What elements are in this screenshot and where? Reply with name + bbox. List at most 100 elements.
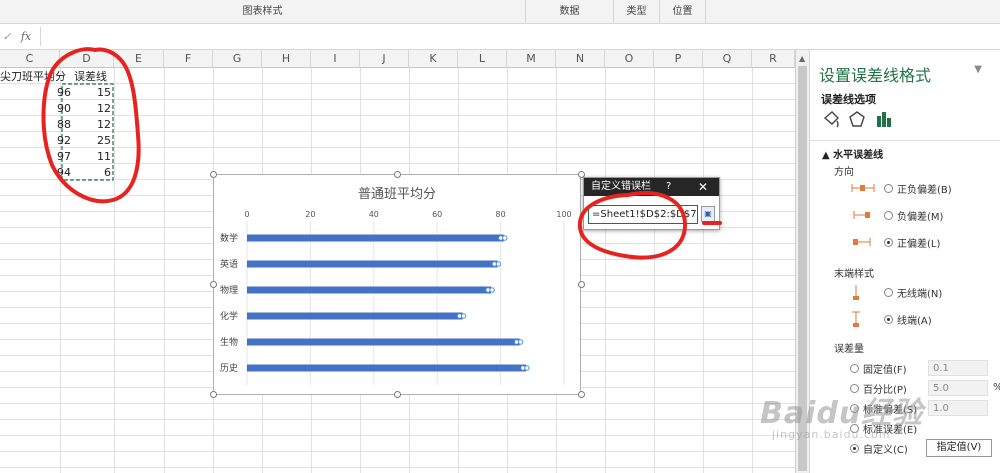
- chart-resize-handle[interactable]: [394, 391, 401, 398]
- bar[interactable]: [247, 286, 492, 294]
- category-label: 生物: [220, 336, 238, 348]
- x-tick-label: 80: [496, 210, 506, 219]
- no-cap-label: 无线端(N): [897, 288, 943, 300]
- category-label: 物理: [220, 284, 238, 296]
- fixed-value-option[interactable]: 固定值(F): [850, 360, 907, 376]
- radio-both[interactable]: [884, 183, 893, 193]
- column-header-d[interactable]: D: [60, 50, 114, 68]
- column-header-e[interactable]: E: [114, 50, 164, 68]
- chart-resize-handle[interactable]: [210, 391, 217, 398]
- no-cap-icon: [853, 285, 859, 300]
- horizontal-error-bar-section[interactable]: ▲ 水平误差线: [822, 146, 883, 161]
- bar[interactable]: [247, 234, 504, 242]
- bar[interactable]: [247, 312, 463, 320]
- custom-error-bar-dialog: 自定义错误栏 ? ✕ =Sheet1!$D$2:$D$7 ▣: [583, 177, 720, 230]
- error-bar-selection-marker[interactable]: [524, 365, 530, 371]
- radio-cap[interactable]: [884, 314, 893, 324]
- direction-both-option[interactable]: 正负偏差(B): [850, 180, 952, 196]
- x-tick-label: 40: [369, 210, 379, 219]
- std-dev-input[interactable]: 1.0: [928, 400, 988, 416]
- bar[interactable]: [247, 364, 526, 372]
- range-reference-input[interactable]: =Sheet1!$D$2:$D$7: [588, 205, 698, 224]
- ribbon-group-chart-styles: 图表样式: [0, 0, 526, 24]
- bar-series[interactable]: [247, 234, 530, 372]
- error-bar-selection-marker[interactable]: [495, 261, 502, 267]
- cell-c7[interactable]: 94: [0, 164, 71, 182]
- chart-resize-handle[interactable]: [210, 281, 217, 288]
- cap-option[interactable]: 线端(A): [850, 311, 932, 327]
- chart-gridlines: [246, 221, 565, 385]
- column-header-q[interactable]: Q: [703, 50, 752, 68]
- direction-plus-option[interactable]: 正偏差(L): [850, 234, 940, 250]
- column-header-m[interactable]: M: [507, 50, 556, 68]
- collapse-triangle-icon: ▲: [822, 150, 834, 161]
- fill-line-icon[interactable]: [823, 111, 839, 128]
- percentage-input[interactable]: 5.0: [928, 380, 988, 396]
- radio-custom[interactable]: [850, 443, 859, 453]
- column-header-h[interactable]: H: [262, 50, 311, 68]
- watermark-logo-text: Baidu经验: [760, 396, 924, 431]
- formula-input[interactable]: [40, 27, 995, 46]
- pane-options-chevron-icon[interactable]: ▼: [974, 64, 982, 75]
- chart-title[interactable]: 普通班平均分: [358, 187, 436, 202]
- category-label: 历史: [220, 362, 238, 374]
- direction-minus-option[interactable]: 负偏差(M): [850, 207, 943, 223]
- range-select-icon[interactable]: ▣: [701, 206, 715, 222]
- error-bar-selection-marker[interactable]: [517, 339, 524, 345]
- error-bar-selection-marker[interactable]: [460, 313, 467, 319]
- bar[interactable]: [247, 260, 498, 268]
- column-header-o[interactable]: O: [605, 50, 654, 68]
- pane-title: 设置误差线格式: [819, 66, 932, 85]
- help-button[interactable]: ?: [666, 178, 671, 196]
- insert-function-button[interactable]: fx: [14, 27, 38, 46]
- column-header-p[interactable]: P: [654, 50, 703, 68]
- bar[interactable]: [247, 338, 520, 346]
- chart-resize-handle[interactable]: [578, 281, 585, 288]
- horizontal-error-bar-label: 水平误差线: [833, 150, 884, 161]
- close-button[interactable]: ✕: [698, 178, 708, 196]
- column-header-g[interactable]: G: [213, 50, 262, 68]
- column-header-j[interactable]: J: [360, 50, 409, 68]
- radio-fixed[interactable]: [850, 363, 859, 373]
- error-amount-label: 误差量: [834, 344, 864, 355]
- scroll-up-arrow-icon[interactable]: ▲: [799, 54, 805, 63]
- column-header-r[interactable]: R: [752, 50, 795, 68]
- ribbon-group-type: 类型: [614, 0, 660, 24]
- error-bar-options-label[interactable]: 误差线选项: [821, 91, 876, 107]
- chart-resize-handle[interactable]: [578, 391, 585, 398]
- percent-unit: %: [993, 382, 1000, 393]
- custom-option[interactable]: 自定义(C): [850, 440, 908, 456]
- pane-divider: [810, 140, 1000, 141]
- column-header-k[interactable]: K: [409, 50, 458, 68]
- column-header-l[interactable]: L: [458, 50, 507, 68]
- column-header-n[interactable]: N: [556, 50, 605, 68]
- formula-bar: ✓ fx: [0, 24, 1000, 50]
- bar-chart[interactable]: 普通班平均分 0 20 40 60 80 100 数学 英语 物理 化学 生物 历史: [213, 174, 581, 395]
- cap-icon: [852, 311, 860, 327]
- effects-icon[interactable]: [849, 111, 865, 127]
- error-bar-selection-marker[interactable]: [502, 235, 508, 241]
- column-header-c[interactable]: C: [0, 50, 60, 68]
- radio-plus[interactable]: [884, 237, 893, 247]
- radio-no-cap[interactable]: [884, 287, 893, 297]
- fixed-value-input[interactable]: 0.1: [928, 360, 988, 376]
- chart-plot: 普通班平均分 0 20 40 60 80 100 数学英语物理化学生物历史: [220, 187, 572, 385]
- specify-value-button[interactable]: 指定值(V): [926, 439, 992, 457]
- error-bar-options-icon[interactable]: [877, 112, 891, 127]
- error-bar-selection-marker[interactable]: [489, 287, 495, 293]
- y-axis-category-labels: 数学英语物理化学生物历史: [220, 232, 238, 374]
- radio-minus[interactable]: [884, 210, 893, 220]
- end-style-label: 末端样式: [834, 269, 874, 280]
- x-tick-label: 100: [556, 210, 571, 219]
- chart-resize-handle[interactable]: [210, 171, 217, 178]
- cell-d7[interactable]: 6: [74, 164, 111, 182]
- fixed-value-label: 固定值(F): [863, 364, 907, 376]
- direction-minus-icon: [853, 211, 870, 219]
- chart-resize-handle[interactable]: [394, 171, 401, 178]
- direction-minus-label: 负偏差(M): [897, 211, 944, 223]
- column-header-i[interactable]: I: [311, 50, 360, 68]
- confirm-icon[interactable]: ✓: [0, 27, 14, 46]
- column-header-f[interactable]: F: [164, 50, 213, 68]
- no-cap-option[interactable]: 无线端(N): [850, 284, 942, 300]
- direction-label: 方向: [834, 167, 854, 178]
